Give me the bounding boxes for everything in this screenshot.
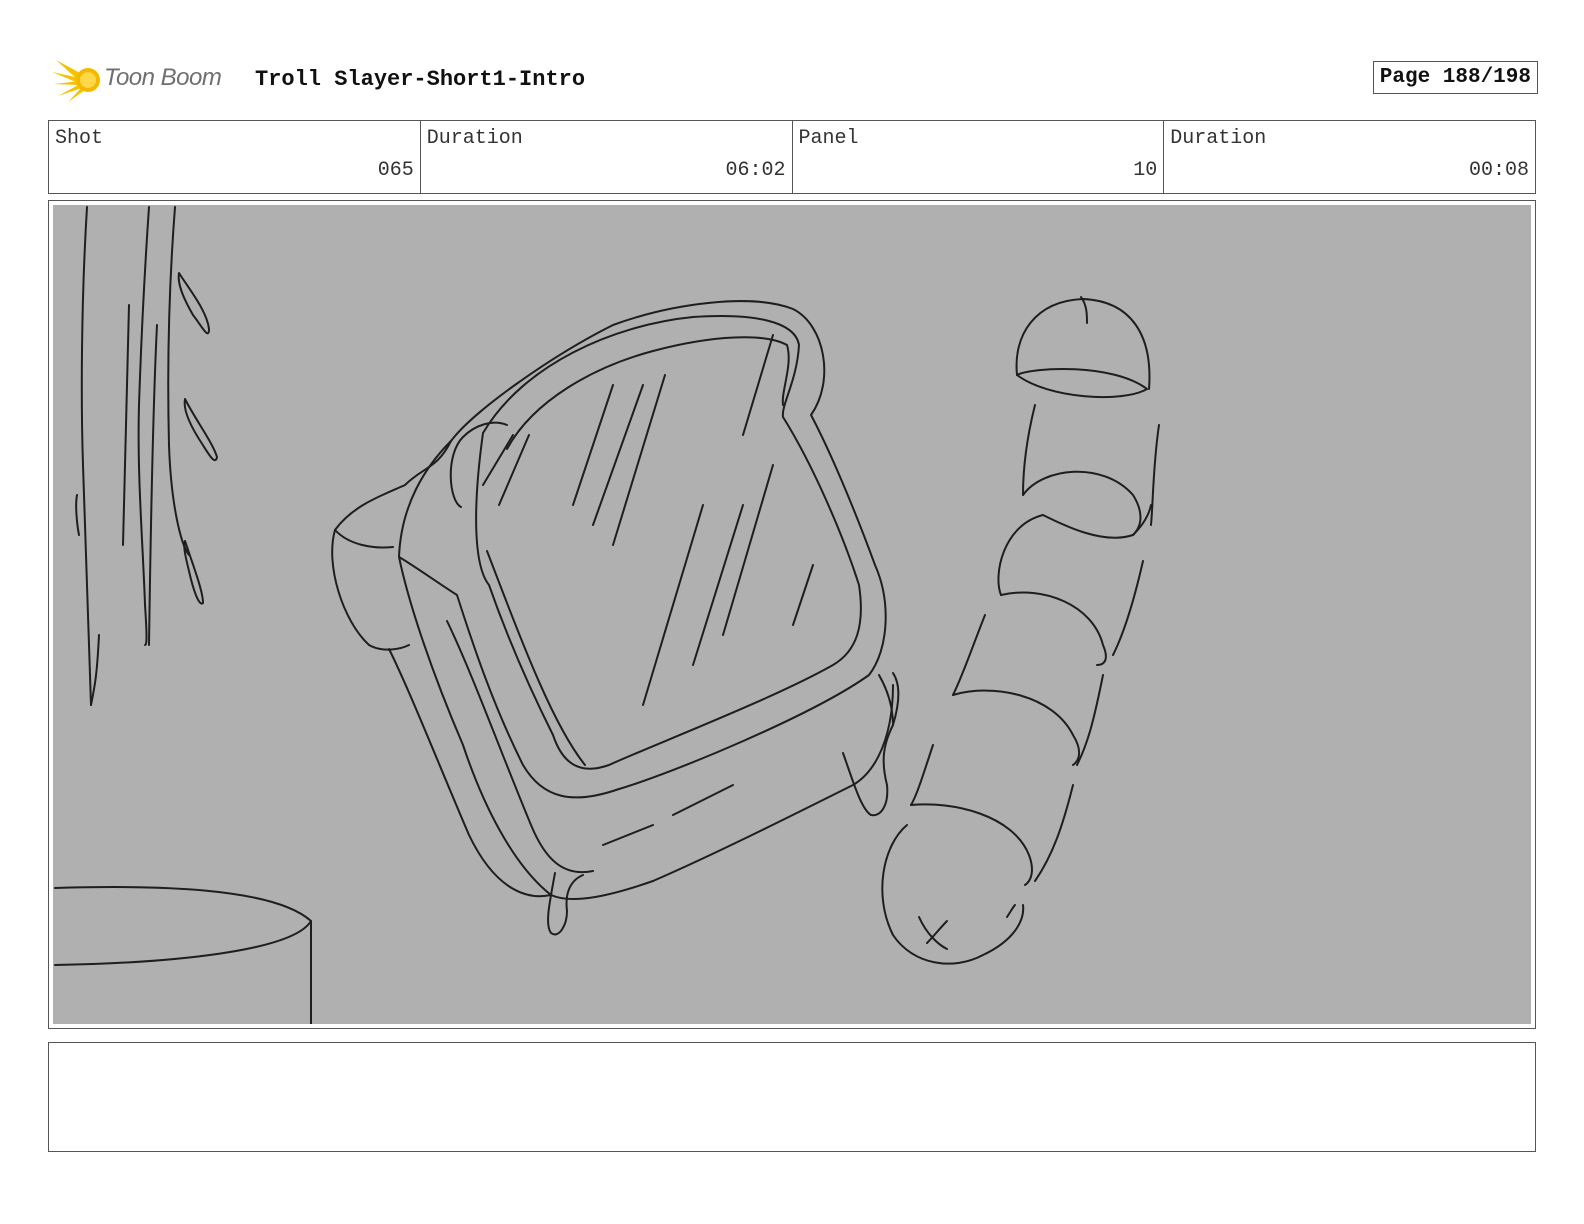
- shot-label: Shot: [55, 127, 104, 150]
- toon-boom-logo: Toon Boom: [52, 54, 252, 104]
- shot-value: 065: [377, 159, 414, 182]
- stool-sketch: [54, 886, 312, 1024]
- panel-label: Panel: [798, 127, 859, 150]
- panel-duration-value: 00:08: [1468, 159, 1529, 182]
- sketch-drawing: [54, 206, 1160, 1024]
- shot-info-table: Shot 065 Duration 06:02 Panel 10 Duratio…: [48, 120, 1536, 194]
- tree-trunk-sketch: [75, 206, 218, 706]
- shot-duration-value: 06:02: [725, 159, 786, 182]
- shot-duration-cell: Duration 06:02: [421, 121, 793, 193]
- panel-duration-cell: Duration 00:08: [1164, 121, 1535, 193]
- storyboard-header: Toon Boom Troll Slayer-Short1-Intro Page…: [48, 52, 1538, 108]
- panel-notes-box: [48, 1042, 1536, 1152]
- sandwich-sketch: [331, 300, 900, 936]
- project-title: Troll Slayer-Short1-Intro: [255, 67, 586, 92]
- panel-duration-label: Duration: [1170, 127, 1267, 150]
- page-indicator: Page 188/198: [1372, 61, 1538, 94]
- panel-sketch: [53, 205, 1531, 1024]
- panel-frame: [48, 200, 1536, 1029]
- panel-cell: Panel 10: [793, 121, 1165, 193]
- logo-text: Toon Boom: [104, 64, 222, 91]
- shot-duration-label: Duration: [426, 127, 523, 150]
- panel-value: 10: [1133, 159, 1158, 182]
- starburst-icon: [52, 60, 100, 102]
- sausage-sketch: [881, 296, 1160, 965]
- shot-cell: Shot 065: [49, 121, 421, 193]
